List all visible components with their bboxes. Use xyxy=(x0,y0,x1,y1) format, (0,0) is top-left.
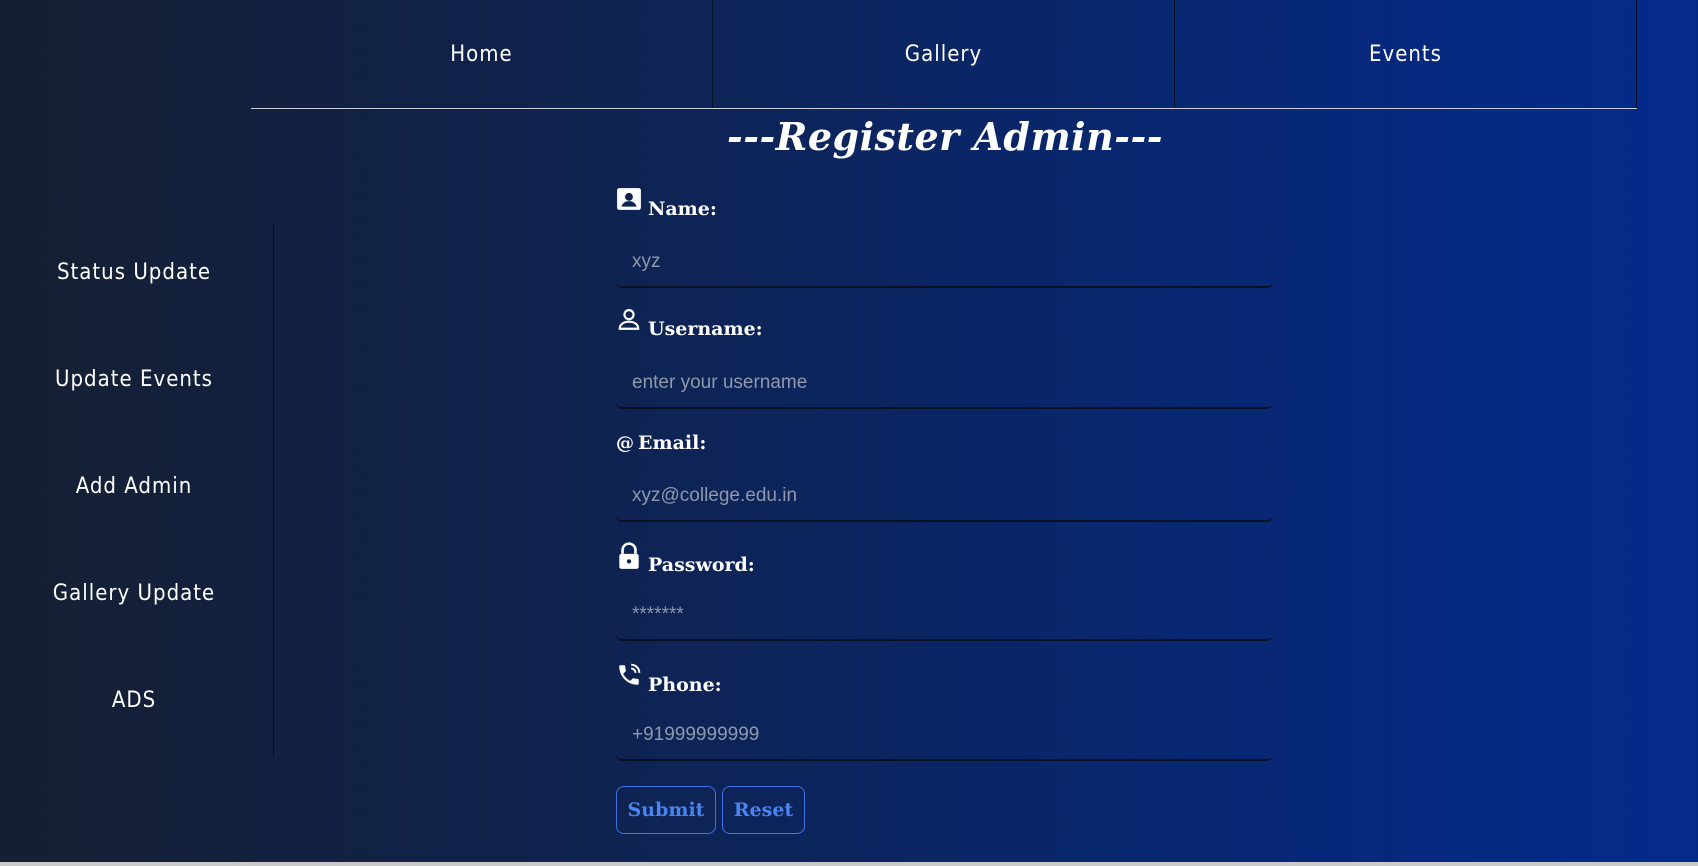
name-input[interactable] xyxy=(616,238,1273,288)
name-label-text: Name: xyxy=(648,198,717,220)
top-navigation: Home Gallery Events xyxy=(251,0,1637,109)
email-label-text: Email: xyxy=(638,432,707,454)
person-icon xyxy=(616,306,642,334)
sidebar-item-update-events[interactable]: Update Events xyxy=(0,367,268,392)
phone-input[interactable] xyxy=(616,711,1273,761)
nav-home[interactable]: Home xyxy=(251,0,713,108)
contact-card-icon xyxy=(616,186,642,214)
horizontal-scrollbar[interactable] xyxy=(0,862,1698,866)
phone-label: Phone: xyxy=(616,663,722,696)
sidebar-item-status-update[interactable]: Status Update xyxy=(0,260,268,285)
sidebar-item-add-admin[interactable]: Add Admin xyxy=(0,474,268,499)
reset-button[interactable]: Reset xyxy=(722,786,805,834)
email-label: @ Email: xyxy=(616,432,706,454)
submit-button[interactable]: Submit xyxy=(616,786,716,834)
nav-events[interactable]: Events xyxy=(1175,0,1637,108)
at-sign-icon: @ xyxy=(616,433,634,454)
email-input[interactable] xyxy=(616,472,1273,522)
username-label: Username: xyxy=(616,309,763,340)
phone-icon xyxy=(616,662,642,690)
name-label: Name: xyxy=(616,188,717,220)
sidebar: Status Update Update Events Add Admin Ga… xyxy=(0,224,274,758)
password-label-text: Password: xyxy=(648,554,755,576)
page-title: ---Register Admin--- xyxy=(726,114,1164,159)
sidebar-item-gallery-update[interactable]: Gallery Update xyxy=(0,581,268,606)
password-label: Password: xyxy=(616,542,755,576)
password-input[interactable] xyxy=(616,591,1273,641)
sidebar-item-ads[interactable]: ADS xyxy=(0,688,268,713)
lock-icon xyxy=(616,542,642,570)
username-label-text: Username: xyxy=(648,318,763,340)
username-input[interactable] xyxy=(616,359,1273,409)
nav-gallery[interactable]: Gallery xyxy=(713,0,1175,108)
phone-label-text: Phone: xyxy=(648,674,722,696)
